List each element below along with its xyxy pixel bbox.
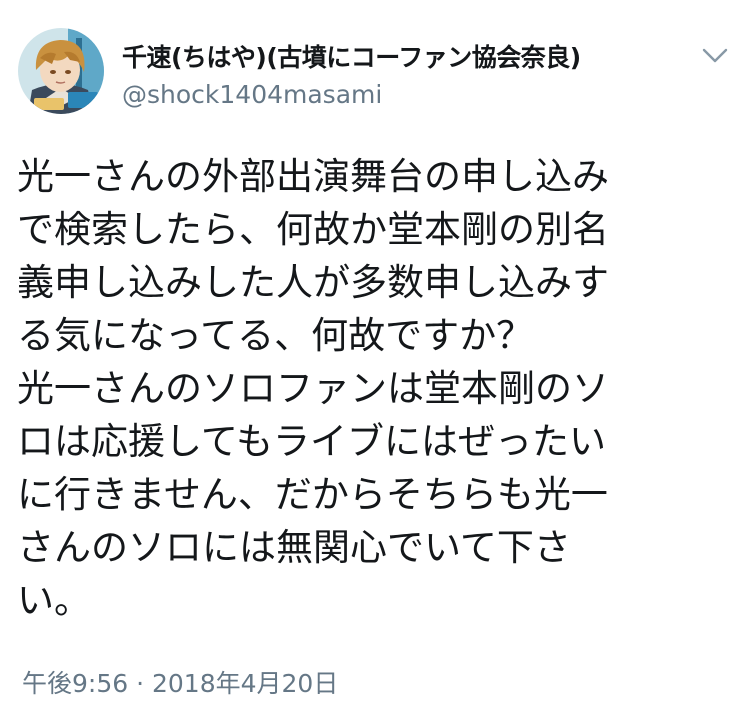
tweet-text-line: ロは応援してもライブにはぜったい — [17, 420, 607, 463]
tweet-text-line: さんのソロには無関心でいて下さ — [17, 526, 571, 569]
chevron-down-icon[interactable] — [700, 44, 730, 66]
tweet-text-line: い。 — [17, 579, 91, 622]
display-name[interactable]: 千速(ちはや)(古墳にコーファン協会奈良) — [122, 38, 581, 74]
user-avatar-icon — [18, 28, 104, 114]
tweet-timestamp[interactable]: 午後9:56 · 2018年4月20日 — [22, 664, 338, 700]
tweet-text-line: に行きません、だからそちらも光一 — [17, 473, 608, 516]
tweet-text-line: 光一さんの外部出演舞台の申し込み — [17, 155, 609, 198]
tweet-text-line: で検索したら、何故か堂本剛の別名 — [17, 208, 609, 251]
tweet-text-line: る気になってる、何故ですか？ — [17, 314, 534, 357]
user-handle[interactable]: @shock1404masami — [122, 80, 382, 109]
tweet-text: 光一さんの外部出演舞台の申し込み で検索したら、何故か堂本剛の別名 義申し込みし… — [17, 150, 737, 627]
tweet-card: 千速(ちはや)(古墳にコーファン協会奈良) @shock1404masami 光… — [0, 0, 750, 718]
tweet-text-line: 光一さんのソロファンは堂本剛のソ — [17, 367, 609, 410]
tweet-text-line: 義申し込みした人が多数申し込みす — [17, 261, 609, 304]
avatar[interactable] — [18, 28, 104, 114]
